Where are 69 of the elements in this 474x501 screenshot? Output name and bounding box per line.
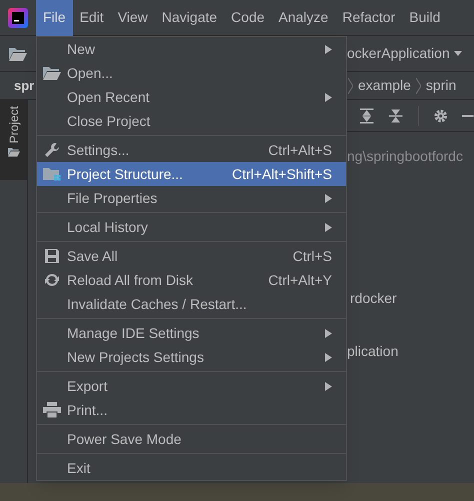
menu-item-label: Open Recent (67, 88, 150, 107)
menu-bar-item[interactable]: View (110, 0, 155, 36)
menu-item[interactable]: Close Project (37, 109, 346, 133)
shortcut-label: Ctrl+S (292, 246, 332, 266)
file-tab[interactable]: spr (14, 76, 34, 96)
chevron-icon (416, 78, 421, 94)
reload-icon (44, 272, 60, 288)
folder-icon (8, 147, 20, 158)
shortcut-label: Ctrl+Alt+Y (268, 270, 332, 290)
menu-bar-item[interactable]: Edit (72, 0, 111, 36)
menu-item[interactable]: Open... (37, 61, 346, 85)
folder-icon (43, 66, 61, 80)
caret-icon (454, 51, 462, 56)
menu-item-label: File Properties (67, 188, 158, 208)
menu-item[interactable]: Open Recent (37, 85, 346, 109)
menu-item[interactable]: Print... (37, 398, 346, 422)
tree-item[interactable]: rdocker (347, 288, 474, 309)
menu-item[interactable]: New (37, 37, 346, 61)
settings-icon[interactable] (432, 108, 448, 124)
menu-bar-item[interactable]: Build (402, 0, 448, 36)
app-logo-icon (8, 8, 28, 28)
menu-item[interactable]: Project Structure... Ctrl+Alt+Shift+S (37, 162, 346, 186)
project-path: ng\springbootfordc (347, 147, 464, 166)
shortcut-label: Ctrl+Alt+S (268, 140, 332, 160)
shortcut-label: Ctrl+Alt+Shift+S (232, 164, 332, 184)
run-configuration-dropdown[interactable]: ockerApplication (347, 42, 462, 66)
menu-item-label: Project Structure... (67, 164, 183, 184)
open-folder-icon (9, 46, 27, 60)
printer-icon (43, 402, 61, 418)
menu-item[interactable]: Invalidate Caches / Restart... (37, 292, 346, 316)
menu-item-label: Close Project (67, 112, 150, 131)
menu-item-label: Power Save Mode (67, 430, 182, 448)
menu-item[interactable]: Export (37, 374, 346, 398)
menu-item-label: Open... (67, 64, 113, 83)
menu-item[interactable]: File Properties (37, 186, 346, 210)
menu-item-label: Settings... (67, 140, 130, 160)
menu-item-label: Exit (67, 458, 90, 478)
chevron-icon (348, 78, 353, 94)
menu-bar-item[interactable]: Navigate (154, 0, 224, 36)
minimize-icon[interactable] (462, 114, 474, 118)
menu-bar-item[interactable]: Refactor (335, 0, 402, 36)
menu-bar-item[interactable]: Code (224, 0, 272, 36)
menu-item[interactable]: Settings... Ctrl+Alt+S (37, 138, 346, 162)
menu-item[interactable]: Reload All from Disk Ctrl+Alt+Y (37, 268, 346, 292)
collapse-all-icon[interactable] (388, 108, 404, 124)
menu-item-label: New (67, 40, 96, 58)
menu-item[interactable]: Save All Ctrl+S (37, 244, 346, 268)
tree-item[interactable]: plication (347, 341, 474, 362)
menu-item-label: Manage IDE Settings (67, 324, 200, 343)
menu-bar-item[interactable]: File (36, 0, 73, 36)
expand-all-icon[interactable] (359, 108, 374, 124)
menu-item[interactable]: Manage IDE Settings (37, 321, 346, 345)
menu-item-label: Save All (67, 246, 118, 266)
menu-item[interactable]: Local History (37, 215, 346, 239)
menu-item-label: Invalidate Caches / Restart... (67, 294, 247, 314)
menu-item[interactable]: New Projects Settings (37, 345, 346, 369)
menu-item[interactable]: Exit (37, 456, 346, 480)
wrench-icon (44, 142, 60, 158)
breadcrumb-item[interactable]: sprin (426, 75, 456, 96)
menu-item-label: Reload All from Disk (67, 270, 194, 290)
folder-grid-icon (43, 167, 61, 181)
menu-item[interactable]: Power Save Mode (37, 427, 346, 451)
menu-item-label: New Projects Settings (67, 348, 204, 367)
project-tool-window-tab[interactable]: Project (0, 100, 28, 180)
menu-item-label: Export (67, 376, 108, 396)
breadcrumb-item[interactable]: example (358, 75, 411, 96)
menu-item-label: Print... (67, 400, 108, 420)
menu-bar-item[interactable]: Analyze (272, 0, 336, 36)
menu-item-label: Local History (67, 218, 148, 237)
